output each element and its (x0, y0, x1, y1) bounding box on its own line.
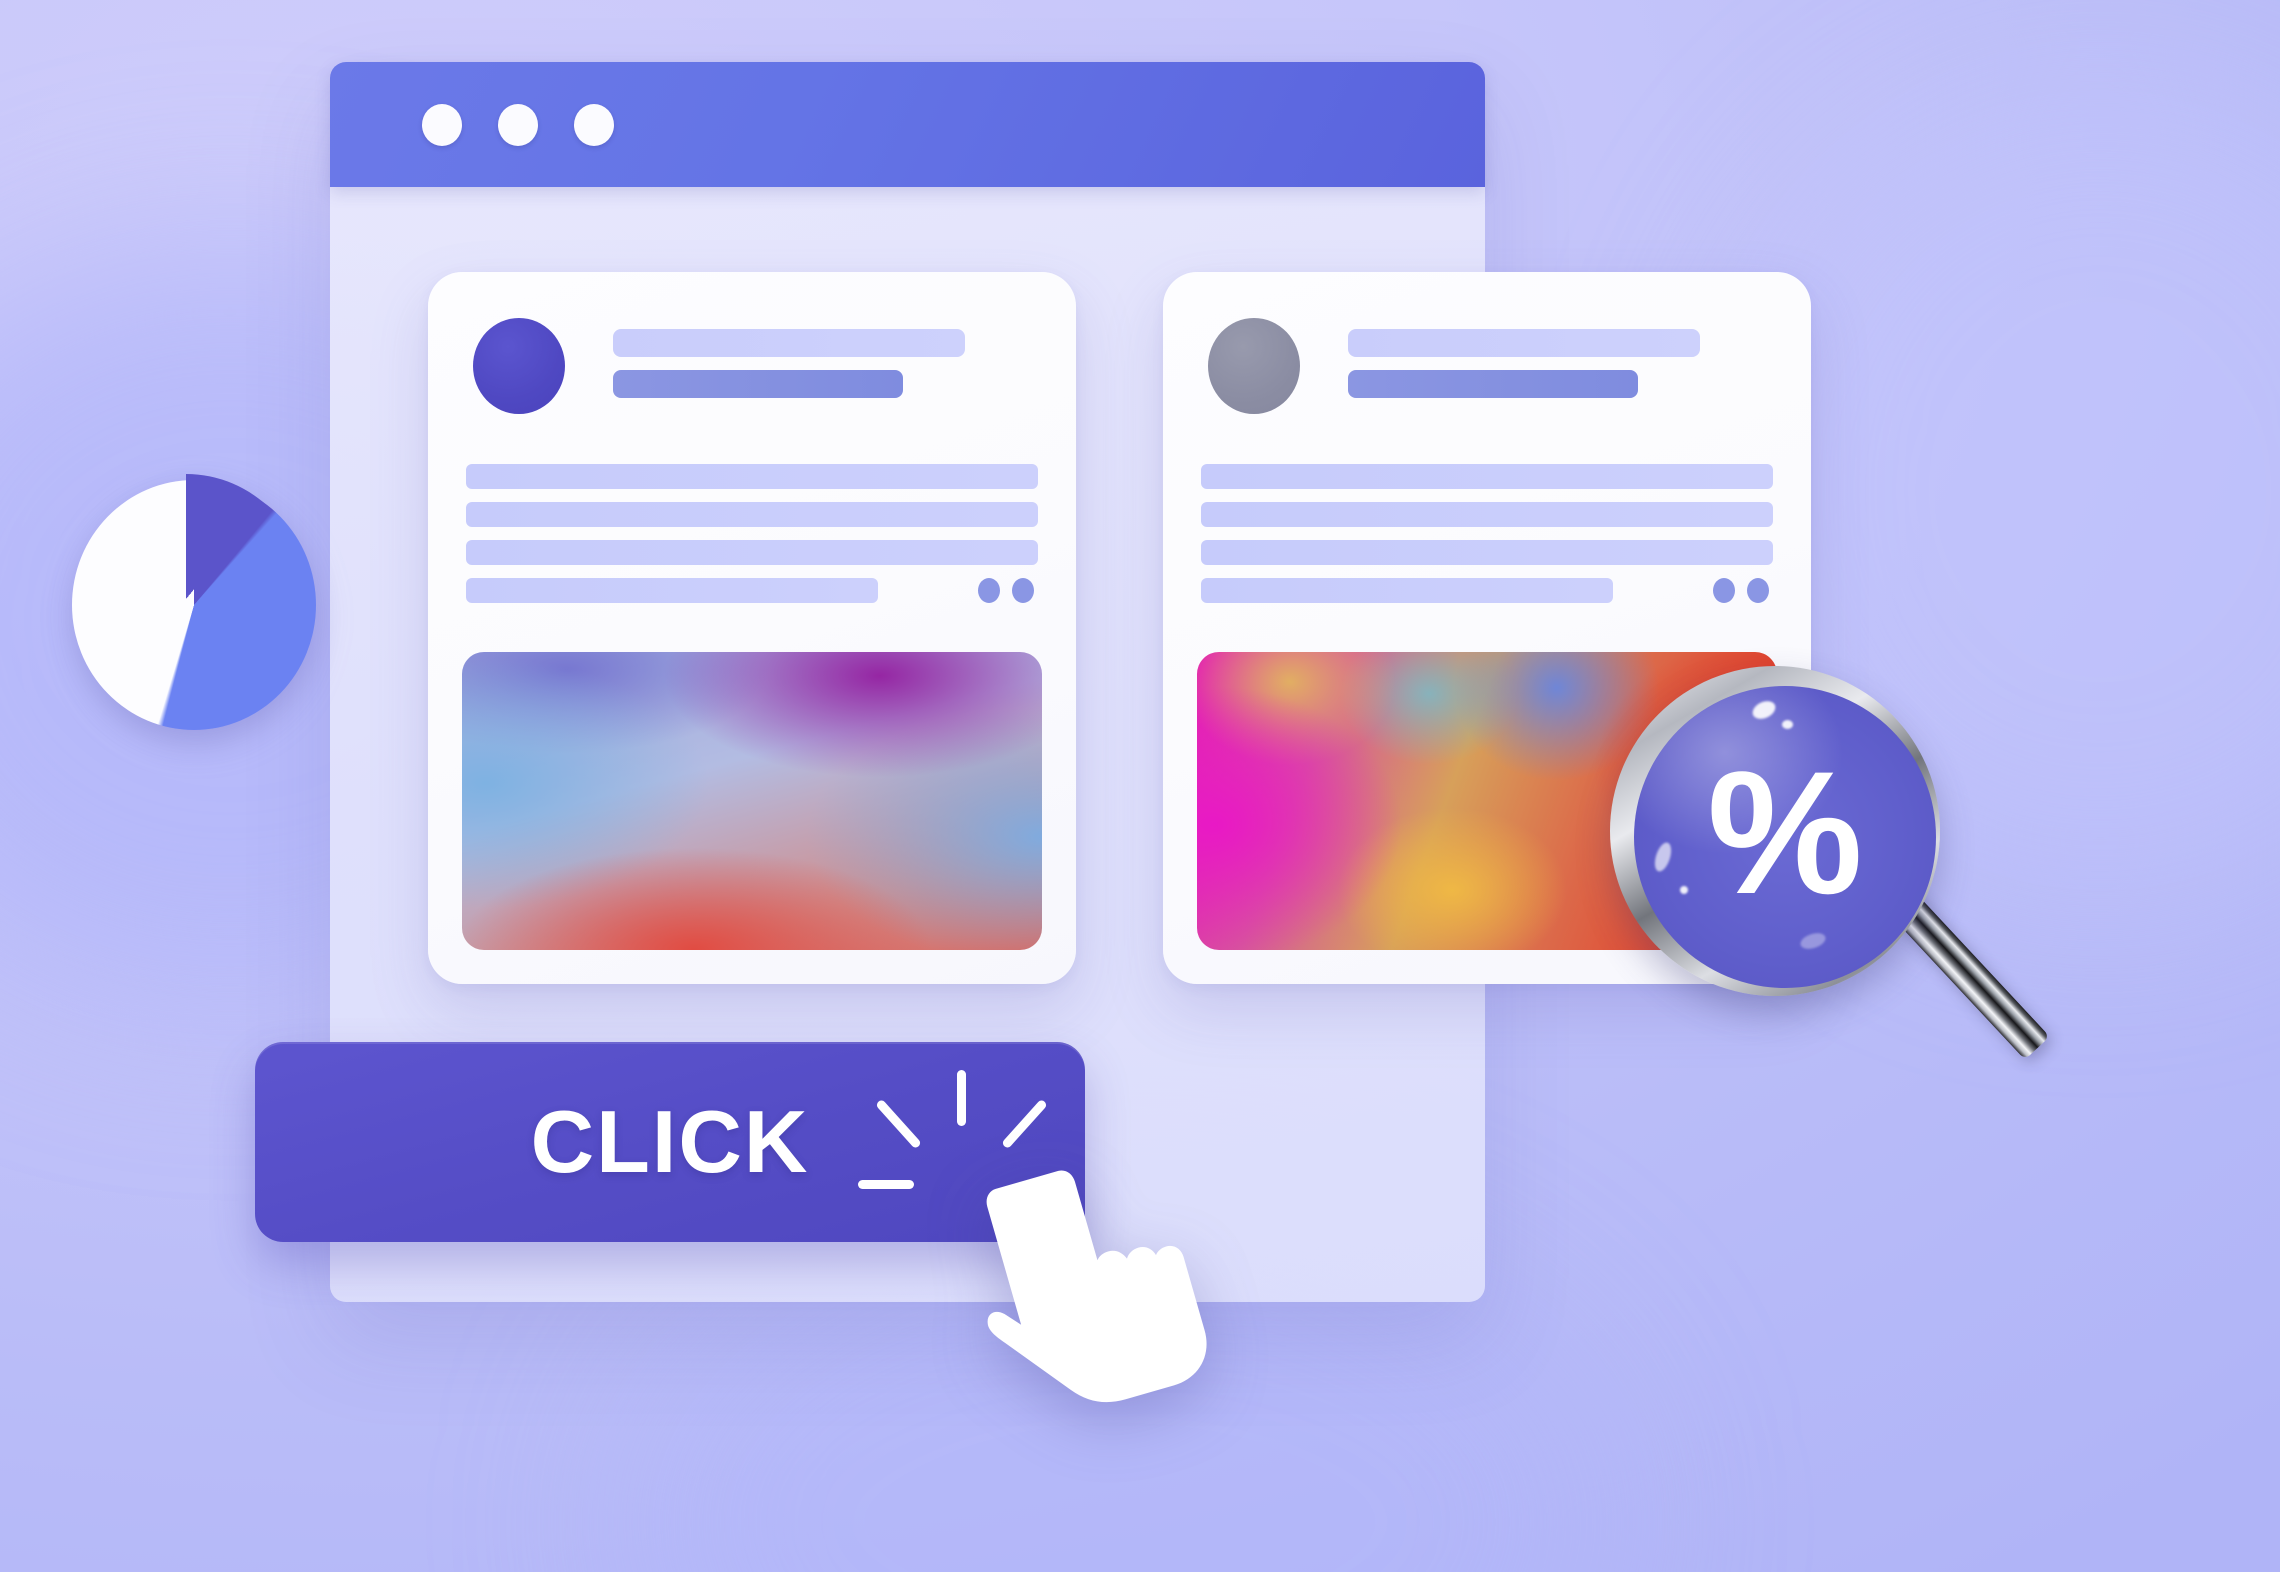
burst-ray (957, 1070, 966, 1126)
placeholder-line (466, 578, 878, 603)
pagination-dot-icon[interactable] (1747, 578, 1769, 603)
card-media-image (462, 652, 1042, 950)
header-bar-primary (613, 329, 965, 357)
pagination-dot-icon[interactable] (1713, 578, 1735, 603)
lens-highlight (1798, 930, 1828, 952)
pagination-dots[interactable] (978, 578, 1034, 603)
close-dot-icon[interactable] (422, 103, 462, 146)
pointer-hand-cursor-icon (986, 1170, 1207, 1403)
burst-ray (1001, 1098, 1048, 1150)
avatar (473, 318, 565, 414)
placeholder-line (1201, 464, 1773, 489)
placeholder-line (1201, 502, 1773, 527)
header-bar-secondary (613, 370, 903, 398)
header-bar-secondary (1348, 370, 1638, 398)
lens-highlight (1782, 720, 1793, 729)
lens-highlight (1749, 697, 1779, 723)
percent-symbol: % (1707, 736, 1863, 931)
pagination-dot-icon[interactable] (1012, 578, 1034, 603)
card-header (473, 312, 1031, 420)
placeholder-line (1201, 540, 1773, 565)
minimize-dot-icon[interactable] (498, 103, 538, 146)
placeholder-line (466, 464, 1038, 489)
magnifier-lens: % (1634, 686, 1936, 988)
content-card-variant-a[interactable] (428, 272, 1076, 984)
pie-chart (62, 452, 324, 764)
browser-titlebar (330, 62, 1485, 187)
placeholder-line (1201, 578, 1613, 603)
magnifier-rim: % (1610, 666, 1940, 996)
placeholder-line (466, 502, 1038, 527)
placeholder-line (466, 540, 1038, 565)
card-body-placeholder-lines (1201, 464, 1773, 603)
pie-slice-segment-a (64, 474, 308, 724)
maximize-dot-icon[interactable] (574, 103, 614, 146)
card-header (1208, 312, 1766, 420)
pagination-dot-icon[interactable] (978, 578, 1000, 603)
avatar (1208, 318, 1300, 414)
burst-ray (858, 1180, 914, 1189)
hand-shape (986, 1170, 1207, 1403)
card-body-placeholder-lines (466, 464, 1038, 603)
pagination-dots[interactable] (1713, 578, 1769, 603)
illustration-scene: CLICK % (0, 0, 2280, 1572)
burst-ray (875, 1098, 922, 1150)
header-bar-primary (1348, 329, 1700, 357)
magnifier-percent-icon: % (1600, 660, 2050, 1220)
lens-highlight (1680, 886, 1688, 894)
traffic-lights (422, 103, 614, 146)
